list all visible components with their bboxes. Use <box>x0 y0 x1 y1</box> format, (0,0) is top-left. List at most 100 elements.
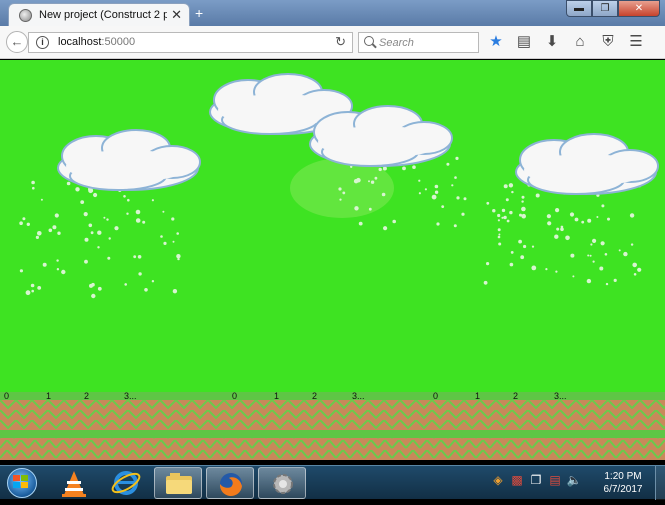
taskbar-settings[interactable] <box>258 467 306 499</box>
tab-close-button[interactable]: ✕ <box>171 7 182 23</box>
file-explorer-icon <box>166 473 192 494</box>
rain-drop <box>135 218 141 223</box>
rain-drop <box>486 201 490 205</box>
star-icon[interactable]: ★ <box>487 32 505 52</box>
rain-drop <box>61 269 66 275</box>
rain-drop <box>30 283 35 288</box>
taskbar-internet-explorer[interactable] <box>102 467 150 499</box>
rain-drop <box>381 192 386 197</box>
pocket-icon[interactable]: ⛨ <box>599 32 617 52</box>
url-text[interactable]: localhost:50000 <box>58 36 135 48</box>
home-icon[interactable]: ⌂ <box>571 32 589 52</box>
rain-drop <box>596 216 599 218</box>
window-controls: ▬ ❐ ✕ <box>566 0 660 18</box>
info-icon[interactable]: i <box>36 36 49 49</box>
ground-label: 1 <box>274 391 280 401</box>
system-tray: ◈ ▩ ❐ ▤ 🔈 <box>490 472 582 488</box>
browser-tab[interactable]: New project (Construct 2 pre ✕ <box>8 3 190 27</box>
rain-drop <box>505 198 509 202</box>
settings-icon <box>273 474 293 494</box>
rain-drop <box>605 282 609 286</box>
battery-icon[interactable]: ▤ <box>547 472 563 488</box>
rain-drop <box>84 259 88 264</box>
menu-icon[interactable]: ☰ <box>627 32 645 52</box>
volume-icon[interactable]: 🔈 <box>566 472 582 488</box>
rain-drop <box>592 260 595 263</box>
rain-drop <box>520 255 525 260</box>
rain-drop <box>162 210 165 213</box>
rain-drop <box>42 262 47 267</box>
network-icon[interactable]: ▩ <box>509 472 525 488</box>
start-button[interactable] <box>2 466 42 500</box>
rain-drop <box>382 166 387 171</box>
rain-drop <box>368 207 372 211</box>
rain-drop <box>587 254 590 257</box>
tray-app-icon[interactable]: ◈ <box>490 472 506 488</box>
search-input[interactable]: Search <box>358 32 479 53</box>
rain-drop <box>431 194 437 200</box>
rain-drop <box>424 188 427 191</box>
rain-drop <box>453 224 457 228</box>
rain-drop <box>138 272 142 276</box>
download-icon[interactable]: ⬇ <box>543 32 561 52</box>
url-bar[interactable]: i localhost:50000 ↻ <box>28 32 353 53</box>
ground-label: 2 <box>312 391 318 401</box>
rain-drop <box>569 212 575 217</box>
rain-drop <box>172 289 178 294</box>
rain-drop <box>592 238 597 243</box>
rain-drop <box>521 200 524 203</box>
rain-drop <box>91 293 96 299</box>
taskbar-file-explorer[interactable] <box>154 467 202 499</box>
ground-label: 0 <box>232 391 238 401</box>
game-canvas[interactable]: 0 1 2 3... 0 1 2 3... 0 1 2 3... <box>0 60 665 460</box>
rain-drop <box>418 192 421 195</box>
reload-icon[interactable]: ↻ <box>335 34 346 50</box>
rain-drop <box>446 162 450 166</box>
rain-drop <box>56 259 59 262</box>
rain-drop <box>531 265 537 271</box>
rain-drop <box>144 288 148 292</box>
new-tab-button[interactable]: + <box>195 5 203 21</box>
rain-drop <box>57 231 61 235</box>
close-window-button[interactable]: ✕ <box>618 0 660 17</box>
rain-drop <box>383 226 388 231</box>
rain-drop <box>581 220 585 224</box>
rain-drop <box>523 244 527 249</box>
minimize-button[interactable]: ▬ <box>566 0 592 17</box>
rain-drop <box>451 184 454 187</box>
rain-drop <box>25 290 31 296</box>
rain-drop <box>501 216 504 219</box>
search-placeholder: Search <box>379 37 414 49</box>
ground-label: 2 <box>84 391 90 401</box>
url-port: :50000 <box>101 36 136 48</box>
cloud <box>57 129 201 191</box>
taskbar-clock[interactable]: 1:20 PM 6/7/2017 <box>598 470 648 496</box>
cloud <box>515 133 659 195</box>
rain-drop <box>32 186 35 190</box>
clock-date: 6/7/2017 <box>603 484 643 495</box>
rain-drop <box>418 179 421 182</box>
rain-drop <box>114 226 119 231</box>
tray-copy-icon[interactable]: ❐ <box>528 472 544 488</box>
rain-drop <box>107 256 111 260</box>
rain-drop <box>497 228 501 232</box>
rain-drop <box>342 191 346 195</box>
rain-drop <box>587 218 592 223</box>
ground-label: 3... <box>554 391 567 401</box>
restore-button[interactable]: ❐ <box>592 0 618 17</box>
taskbar-vlc[interactable] <box>50 467 98 499</box>
rain-drop <box>171 217 175 221</box>
rain-drop <box>135 209 141 215</box>
rain-drop <box>463 197 467 201</box>
reading-list-icon[interactable]: ▤ <box>515 32 533 52</box>
rain-drop <box>555 208 560 213</box>
rain-drop <box>556 227 560 231</box>
taskbar-firefox[interactable] <box>206 467 254 499</box>
rain-drop <box>151 280 155 283</box>
rain-drop <box>19 269 23 273</box>
rain-drop <box>88 223 93 228</box>
rain-drop <box>93 192 98 198</box>
show-desktop-button[interactable] <box>655 466 665 500</box>
internet-explorer-icon <box>111 471 141 495</box>
back-button[interactable]: ← <box>6 31 28 53</box>
